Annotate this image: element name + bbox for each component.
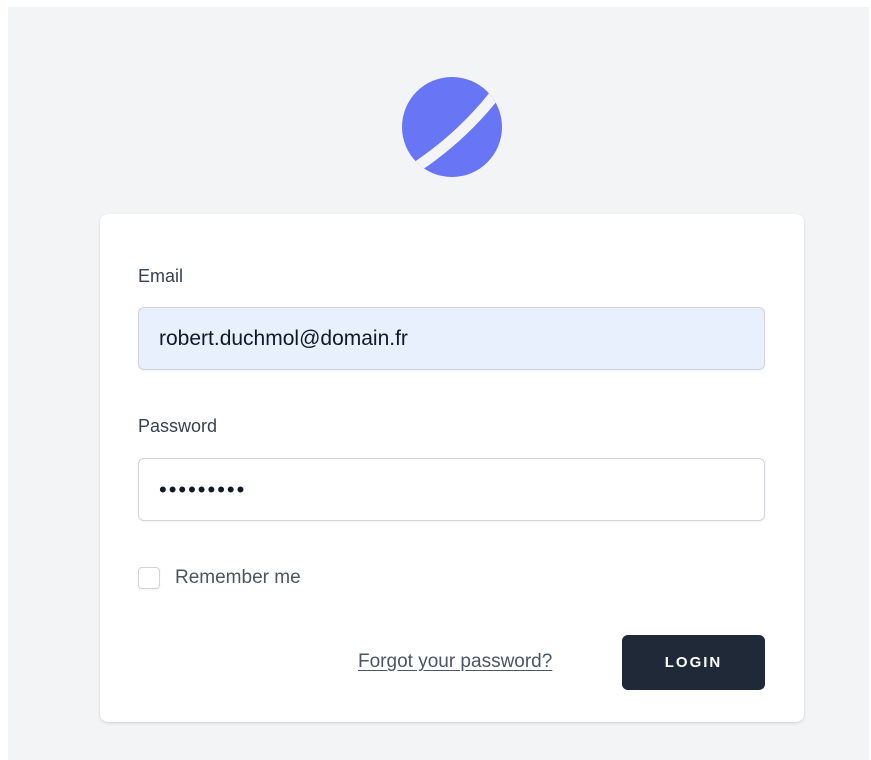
login-card: Email Password Remember me Forgot your p… (100, 214, 804, 722)
remember-me-checkbox[interactable] (138, 567, 160, 589)
planet-logo-icon (402, 77, 502, 177)
login-page: Email Password Remember me Forgot your p… (8, 7, 869, 760)
email-field[interactable] (138, 307, 765, 370)
remember-me-label: Remember me (175, 567, 301, 588)
login-button[interactable]: LOGIN (622, 635, 765, 690)
email-label: Email (138, 266, 184, 286)
forgot-password-link[interactable]: Forgot your password? (358, 651, 552, 673)
password-field[interactable] (138, 458, 765, 521)
password-label: Password (138, 416, 218, 436)
remember-me-row[interactable]: Remember me (138, 566, 301, 590)
